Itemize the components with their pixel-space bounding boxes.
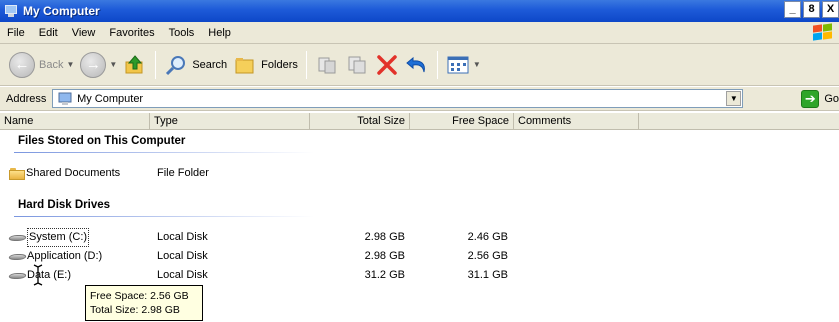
group-divider xyxy=(14,152,314,153)
back-dropdown-icon[interactable]: ▼ xyxy=(66,60,74,69)
column-header-free-space[interactable]: Free Space xyxy=(410,113,514,130)
close-button[interactable]: X xyxy=(822,1,839,18)
views-grid-icon xyxy=(446,53,470,77)
my-computer-icon xyxy=(4,4,18,18)
windows-logo-icon xyxy=(811,23,833,42)
menu-file[interactable]: File xyxy=(0,27,32,39)
folders-button[interactable]: Folders xyxy=(230,48,301,82)
column-header-comments[interactable]: Comments xyxy=(514,113,639,130)
delete-x-icon xyxy=(375,53,399,77)
my-computer-icon xyxy=(57,92,73,106)
column-header-total-size[interactable]: Total Size xyxy=(310,113,410,130)
group-divider xyxy=(14,216,314,217)
item-free-space: 31.1 GB xyxy=(467,269,508,281)
address-bar: Address My Computer ▼ ➔ Go xyxy=(0,87,839,111)
address-dropdown-icon[interactable]: ▼ xyxy=(726,91,742,106)
item-type: Local Disk xyxy=(157,231,208,243)
menu-view[interactable]: View xyxy=(65,27,103,39)
item-total-size: 31.2 GB xyxy=(364,269,405,281)
list-item[interactable]: Application (D:) Local Disk 2.98 GB 2.56… xyxy=(0,248,839,265)
search-icon xyxy=(164,53,188,77)
tooltip-total-size: Total Size: 2.98 GB xyxy=(90,304,180,316)
item-total-size: 2.98 GB xyxy=(364,250,405,262)
up-folder-icon xyxy=(123,53,147,77)
address-label: Address xyxy=(6,92,47,105)
item-total-size: 2.98 GB xyxy=(364,231,405,243)
go-label: Go xyxy=(824,92,839,105)
go-button[interactable]: ➔ Go xyxy=(801,89,839,108)
copy-to-button[interactable] xyxy=(342,48,372,82)
folders-icon xyxy=(233,53,257,77)
menu-help[interactable]: Help xyxy=(201,27,238,39)
move-to-icon xyxy=(315,53,339,77)
back-button[interactable]: ← Back ▼ xyxy=(6,48,77,82)
forward-dropdown-icon[interactable]: ▼ xyxy=(109,60,117,69)
forward-button[interactable]: → ▼ xyxy=(77,48,120,82)
group-header-hard-disk-drives[interactable]: Hard Disk Drives xyxy=(18,199,110,211)
title-bar[interactable]: My Computer _ 8 X xyxy=(0,0,839,22)
hard-disk-icon xyxy=(7,232,28,244)
menu-favorites[interactable]: Favorites xyxy=(102,27,161,39)
go-arrow-icon: ➔ xyxy=(801,89,820,108)
hard-disk-icon xyxy=(7,270,28,282)
toolbar: ← Back ▼ → ▼ Search Folders ▼ xyxy=(0,44,839,86)
address-value: My Computer xyxy=(77,92,144,105)
item-type: File Folder xyxy=(157,167,209,179)
list-item[interactable]: System (C:) Local Disk 2.98 GB 2.46 GB xyxy=(0,228,839,247)
views-dropdown-icon[interactable]: ▼ xyxy=(473,60,481,69)
menu-bar: File Edit View Favorites Tools Help xyxy=(0,22,839,44)
column-header-type[interactable]: Type xyxy=(150,113,310,130)
window-controls: _ 8 X xyxy=(782,1,839,18)
toolbar-separator xyxy=(305,50,307,79)
back-arrow-icon: ← xyxy=(9,51,35,78)
toolbar-separator xyxy=(155,50,157,79)
item-name: System (C:) xyxy=(27,228,90,247)
minimize-button[interactable]: _ xyxy=(784,1,801,18)
group-header-files-stored[interactable]: Files Stored on This Computer xyxy=(18,135,185,147)
maximize-button[interactable]: 8 xyxy=(803,1,820,18)
list-item[interactable]: Shared Documents File Folder xyxy=(0,165,839,182)
item-name-cell: Application (D:) xyxy=(7,248,103,265)
back-label: Back xyxy=(39,58,64,71)
item-free-space: 2.46 GB xyxy=(467,231,508,243)
address-input[interactable]: My Computer ▼ xyxy=(52,89,744,108)
item-free-space: 2.56 GB xyxy=(467,250,508,262)
item-name-cell: Shared Documents xyxy=(9,165,120,182)
column-header-name[interactable]: Name xyxy=(0,113,150,130)
copy-to-icon xyxy=(345,53,369,77)
item-name: Shared Documents xyxy=(26,167,121,179)
views-button[interactable]: ▼ xyxy=(443,48,484,82)
list-item[interactable]: Data (E:) Local Disk 31.2 GB 31.1 GB xyxy=(0,267,839,284)
undo-icon xyxy=(405,53,429,77)
item-name: Application (D:) xyxy=(27,250,103,262)
undo-button[interactable] xyxy=(402,48,432,82)
menu-edit[interactable]: Edit xyxy=(32,27,65,39)
move-to-button[interactable] xyxy=(312,48,342,82)
up-folder-button[interactable] xyxy=(120,48,150,82)
window-title: My Computer xyxy=(23,4,100,18)
folder-icon xyxy=(9,167,25,180)
item-type: Local Disk xyxy=(157,269,208,281)
menu-tools[interactable]: Tools xyxy=(162,27,202,39)
toolbar-separator xyxy=(436,50,438,79)
column-header-row: Name Type Total Size Free Space Comments xyxy=(0,113,839,130)
search-button[interactable]: Search xyxy=(161,48,230,82)
search-label: Search xyxy=(192,58,228,71)
delete-button[interactable] xyxy=(372,48,402,82)
forward-arrow-icon: → xyxy=(80,51,107,78)
text-cursor-icon xyxy=(32,264,44,289)
drive-info-tooltip: Free Space: 2.56 GB Total Size: 2.98 GB xyxy=(85,285,203,321)
item-name-cell: System (C:) xyxy=(7,228,90,247)
tooltip-free-space: Free Space: 2.56 GB xyxy=(90,290,189,302)
folders-label: Folders xyxy=(261,58,298,71)
item-type: Local Disk xyxy=(157,250,208,262)
hard-disk-icon xyxy=(7,251,28,263)
